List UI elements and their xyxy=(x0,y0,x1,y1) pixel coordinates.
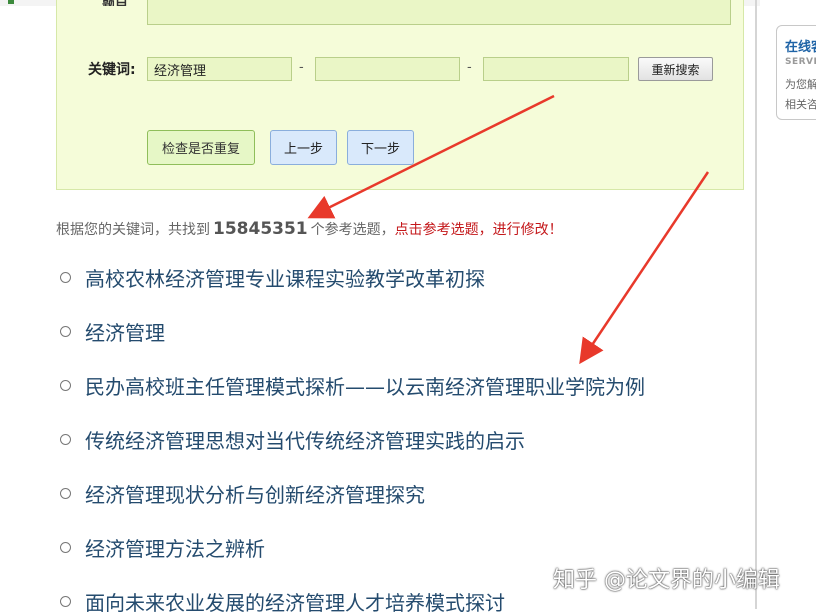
annotation-arrows xyxy=(307,94,710,365)
annotation-arrow xyxy=(307,94,555,219)
watermark: 知乎 @论文界的小编辑 xyxy=(553,568,780,593)
annotation-arrow xyxy=(579,171,710,365)
